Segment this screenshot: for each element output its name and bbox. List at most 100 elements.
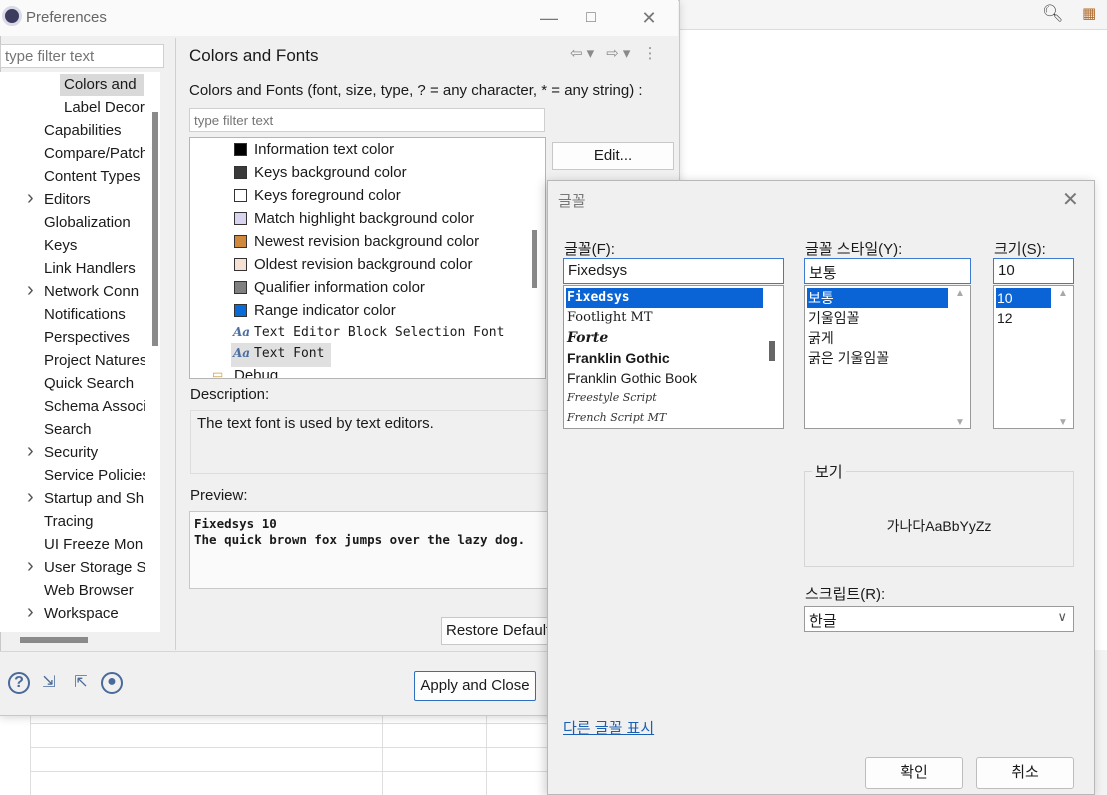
page-title: Colors and Fonts <box>189 46 319 65</box>
list-item[interactable]: Footlight MT <box>566 308 761 328</box>
close-icon[interactable]: ✕ <box>634 6 664 30</box>
tree-item[interactable]: Compare/Patch <box>0 143 145 166</box>
apply-and-close-button[interactable]: Apply and Close <box>414 671 536 701</box>
chevron-right-icon[interactable]: › <box>27 557 34 577</box>
tree-item[interactable]: Service Policies <box>0 465 145 488</box>
scroll-down-icon[interactable]: ▼ <box>1055 417 1071 428</box>
tree-item[interactable]: UI Freeze Mon <box>0 534 145 557</box>
colors-fonts-filter-input[interactable] <box>189 108 545 132</box>
tree-vertical-scrollbar[interactable] <box>152 112 158 346</box>
font-list-scrollbar[interactable] <box>769 341 775 361</box>
history-nav[interactable]: ⇦▾ ⇨▾ ⋮ <box>570 44 662 62</box>
tree-item[interactable]: Quick Search <box>0 373 145 396</box>
list-scrollbar[interactable] <box>532 230 537 288</box>
tree-item[interactable]: Search <box>0 419 145 442</box>
script-select[interactable]: 한글 ∨ <box>804 606 1074 632</box>
tree-item[interactable]: › Workspace <box>0 603 145 626</box>
tree-filter-input[interactable] <box>0 44 164 68</box>
tree-item[interactable]: Content Types <box>0 166 145 189</box>
tree-item[interactable]: Colors and <box>0 74 145 97</box>
list-item[interactable]: 기울임꼴 <box>807 308 948 328</box>
font-style-list[interactable]: 보통 기울임꼴 굵게 굵은 기울임꼴 ▲ ▼ <box>804 285 971 429</box>
tree-item[interactable]: Tracing <box>0 511 145 534</box>
tree-item[interactable]: Project Natures <box>0 350 145 373</box>
tree-item[interactable]: › Startup and Sh <box>0 488 145 511</box>
list-item[interactable]: 12 <box>996 308 1051 328</box>
edit-button[interactable]: Edit... <box>552 142 674 170</box>
view-menu-icon[interactable]: ⋮ <box>643 45 662 62</box>
maximize-icon[interactable]: □ <box>576 6 606 30</box>
sash-divider[interactable] <box>175 38 176 650</box>
more-fonts-link[interactable]: 다른 글꼴 표시 <box>563 717 654 738</box>
search-icon[interactable]: 🔍︎ <box>1042 4 1064 24</box>
close-icon[interactable]: ✕ <box>1062 187 1079 212</box>
ok-button[interactable]: 확인 <box>865 757 963 789</box>
list-item[interactable]: Text Font <box>254 343 324 365</box>
tree-item[interactable]: Label Decor <box>0 97 145 120</box>
tree-item[interactable]: › Security <box>0 442 145 465</box>
font-style-input[interactable]: 보통 <box>804 258 971 284</box>
scroll-up-icon[interactable]: ▲ <box>1055 288 1071 299</box>
size-list-scrollbar[interactable]: ▲ ▼ <box>1055 288 1071 428</box>
list-item[interactable]: Keys foreground color <box>254 185 401 207</box>
list-item[interactable]: Qualifier information color <box>254 277 425 299</box>
tree-item[interactable]: Web Browser <box>0 580 145 603</box>
list-item[interactable]: Fixedsys <box>566 288 763 308</box>
tree-item[interactable]: Keys <box>0 235 145 258</box>
restore-defaults-button[interactable]: Restore Defaults <box>441 617 551 645</box>
list-item[interactable]: Newest revision background color <box>254 231 479 253</box>
tree-item[interactable]: › Editors <box>0 189 145 212</box>
cancel-button[interactable]: 취소 <box>976 757 1074 789</box>
tree-item[interactable]: Schema Associ <box>0 396 145 419</box>
tree-item[interactable]: Globalization <box>0 212 145 235</box>
preferences-titlebar[interactable]: Preferences — □ ✕ <box>0 0 678 36</box>
tree-item[interactable]: › Network Conn <box>0 281 145 304</box>
font-input[interactable]: Fixedsys <box>563 258 784 284</box>
style-list-scrollbar[interactable]: ▲ ▼ <box>952 288 968 428</box>
list-item[interactable]: Information text color <box>254 139 394 161</box>
help-icon[interactable]: ? <box>8 672 30 694</box>
list-item[interactable]: Text Editor Block Selection Font <box>254 322 504 344</box>
list-item[interactable]: Freestyle Script <box>566 388 761 408</box>
chevron-right-icon[interactable]: › <box>27 488 34 508</box>
record-icon[interactable]: ● <box>101 672 123 694</box>
chevron-right-icon[interactable]: › <box>27 603 34 623</box>
tree-item[interactable]: Notifications <box>0 304 145 327</box>
chevron-down-icon[interactable]: ∨ <box>1057 609 1067 625</box>
chevron-right-icon[interactable]: › <box>27 442 34 462</box>
tree-item-label: Project Natures <box>44 352 145 369</box>
list-item[interactable]: Debug <box>234 365 278 379</box>
forward-icon[interactable]: ⇨▾ <box>606 45 634 62</box>
colors-fonts-list[interactable]: Information text color Keys background co… <box>189 137 546 379</box>
list-item[interactable]: Range indicator color <box>254 300 396 322</box>
tree-horizontal-scrollbar[interactable] <box>20 637 88 643</box>
tree-item[interactable]: › User Storage S <box>0 557 145 580</box>
scroll-up-icon[interactable]: ▲ <box>952 288 968 299</box>
font-list[interactable]: Fixedsys Footlight MT Forte Franklin Gothic… <box>563 285 784 429</box>
size-label: 크기(S): <box>994 241 1046 258</box>
list-item[interactable]: 보통 <box>807 288 948 308</box>
list-item[interactable]: Forte <box>566 328 761 348</box>
chevron-right-icon[interactable]: › <box>27 189 34 209</box>
list-item[interactable]: Keys background color <box>254 162 407 184</box>
size-list[interactable]: 10 12 ▲ ▼ <box>993 285 1074 429</box>
perspective-icon[interactable]: ▦ <box>1082 4 1096 22</box>
back-icon[interactable]: ⇦▾ <box>570 45 598 62</box>
list-item[interactable]: 10 <box>996 288 1051 308</box>
list-item[interactable]: 굵게 <box>807 328 948 348</box>
list-item[interactable]: Oldest revision background color <box>254 254 472 276</box>
scroll-down-icon[interactable]: ▼ <box>952 417 968 428</box>
size-input[interactable]: 10 <box>993 258 1074 284</box>
import-icon[interactable]: ⇲ <box>38 672 60 694</box>
list-item[interactable]: 굵은 기울임꼴 <box>807 348 948 368</box>
chevron-right-icon[interactable]: › <box>27 281 34 301</box>
list-item[interactable]: Franklin Gothic Book <box>566 368 761 388</box>
list-item[interactable]: Franklin Gothic <box>566 348 761 368</box>
tree-item[interactable]: Link Handlers <box>0 258 145 281</box>
list-item[interactable]: French Script MT <box>566 408 761 428</box>
export-icon[interactable]: ⇱ <box>70 672 92 694</box>
tree-item[interactable]: Perspectives <box>0 327 145 350</box>
minimize-icon[interactable]: — <box>534 6 564 30</box>
list-item[interactable]: Match highlight background color <box>254 208 474 230</box>
tree-item[interactable]: Capabilities <box>0 120 145 143</box>
